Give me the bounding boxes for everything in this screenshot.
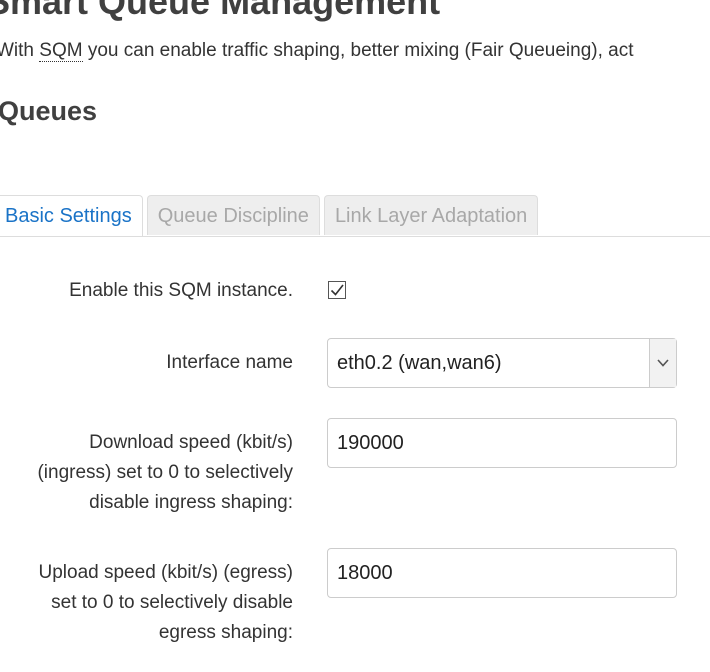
interface-label: Interface name [166, 352, 293, 373]
interface-select[interactable]: eth0.2 (wan,wan6) [327, 338, 677, 388]
download-label-line: disable ingress shaping: [89, 492, 293, 513]
tab-bar: Basic Settings Queue Discipline Link Lay… [0, 195, 710, 237]
download-speed-input[interactable]: 190000 [327, 418, 677, 468]
checkmark-icon [330, 284, 344, 296]
download-label-line: (ingress) set to 0 to selectively [37, 462, 293, 483]
download-label-line: Download speed (kbit/s) [89, 432, 293, 453]
dropdown-arrow[interactable] [649, 339, 676, 387]
tab-basic-settings[interactable]: Basic Settings [0, 195, 143, 236]
interface-select-value: eth0.2 (wan,wan6) [337, 352, 502, 374]
upload-speed-label: Upload speed (kbit/s) (egress) set to 0 … [0, 558, 294, 648]
page-description: With SQM you can enable traffic shaping,… [0, 40, 634, 62]
upload-label-line: set to 0 to selectively disable [51, 592, 293, 613]
sqm-abbreviation[interactable]: SQM [39, 40, 83, 62]
tab-queue-discipline[interactable]: Queue Discipline [146, 195, 320, 235]
description-prefix: With [0, 40, 40, 61]
section-title: Queues [0, 96, 98, 126]
description-suffix: you can enable traffic shaping, better m… [82, 40, 634, 61]
page-title: Smart Queue Management [0, 0, 441, 22]
tab-link-layer-adaptation[interactable]: Link Layer Adaptation [323, 195, 539, 235]
upload-label-line: Upload speed (kbit/s) (egress) [38, 562, 294, 583]
enable-label: Enable this SQM instance. [69, 280, 293, 301]
upload-speed-input[interactable]: 18000 [327, 548, 677, 598]
download-speed-label: Download speed (kbit/s) (ingress) set to… [0, 428, 293, 518]
enable-checkbox[interactable] [328, 281, 346, 299]
upload-label-line: egress shaping: [158, 622, 293, 643]
chevron-down-icon [657, 359, 669, 367]
